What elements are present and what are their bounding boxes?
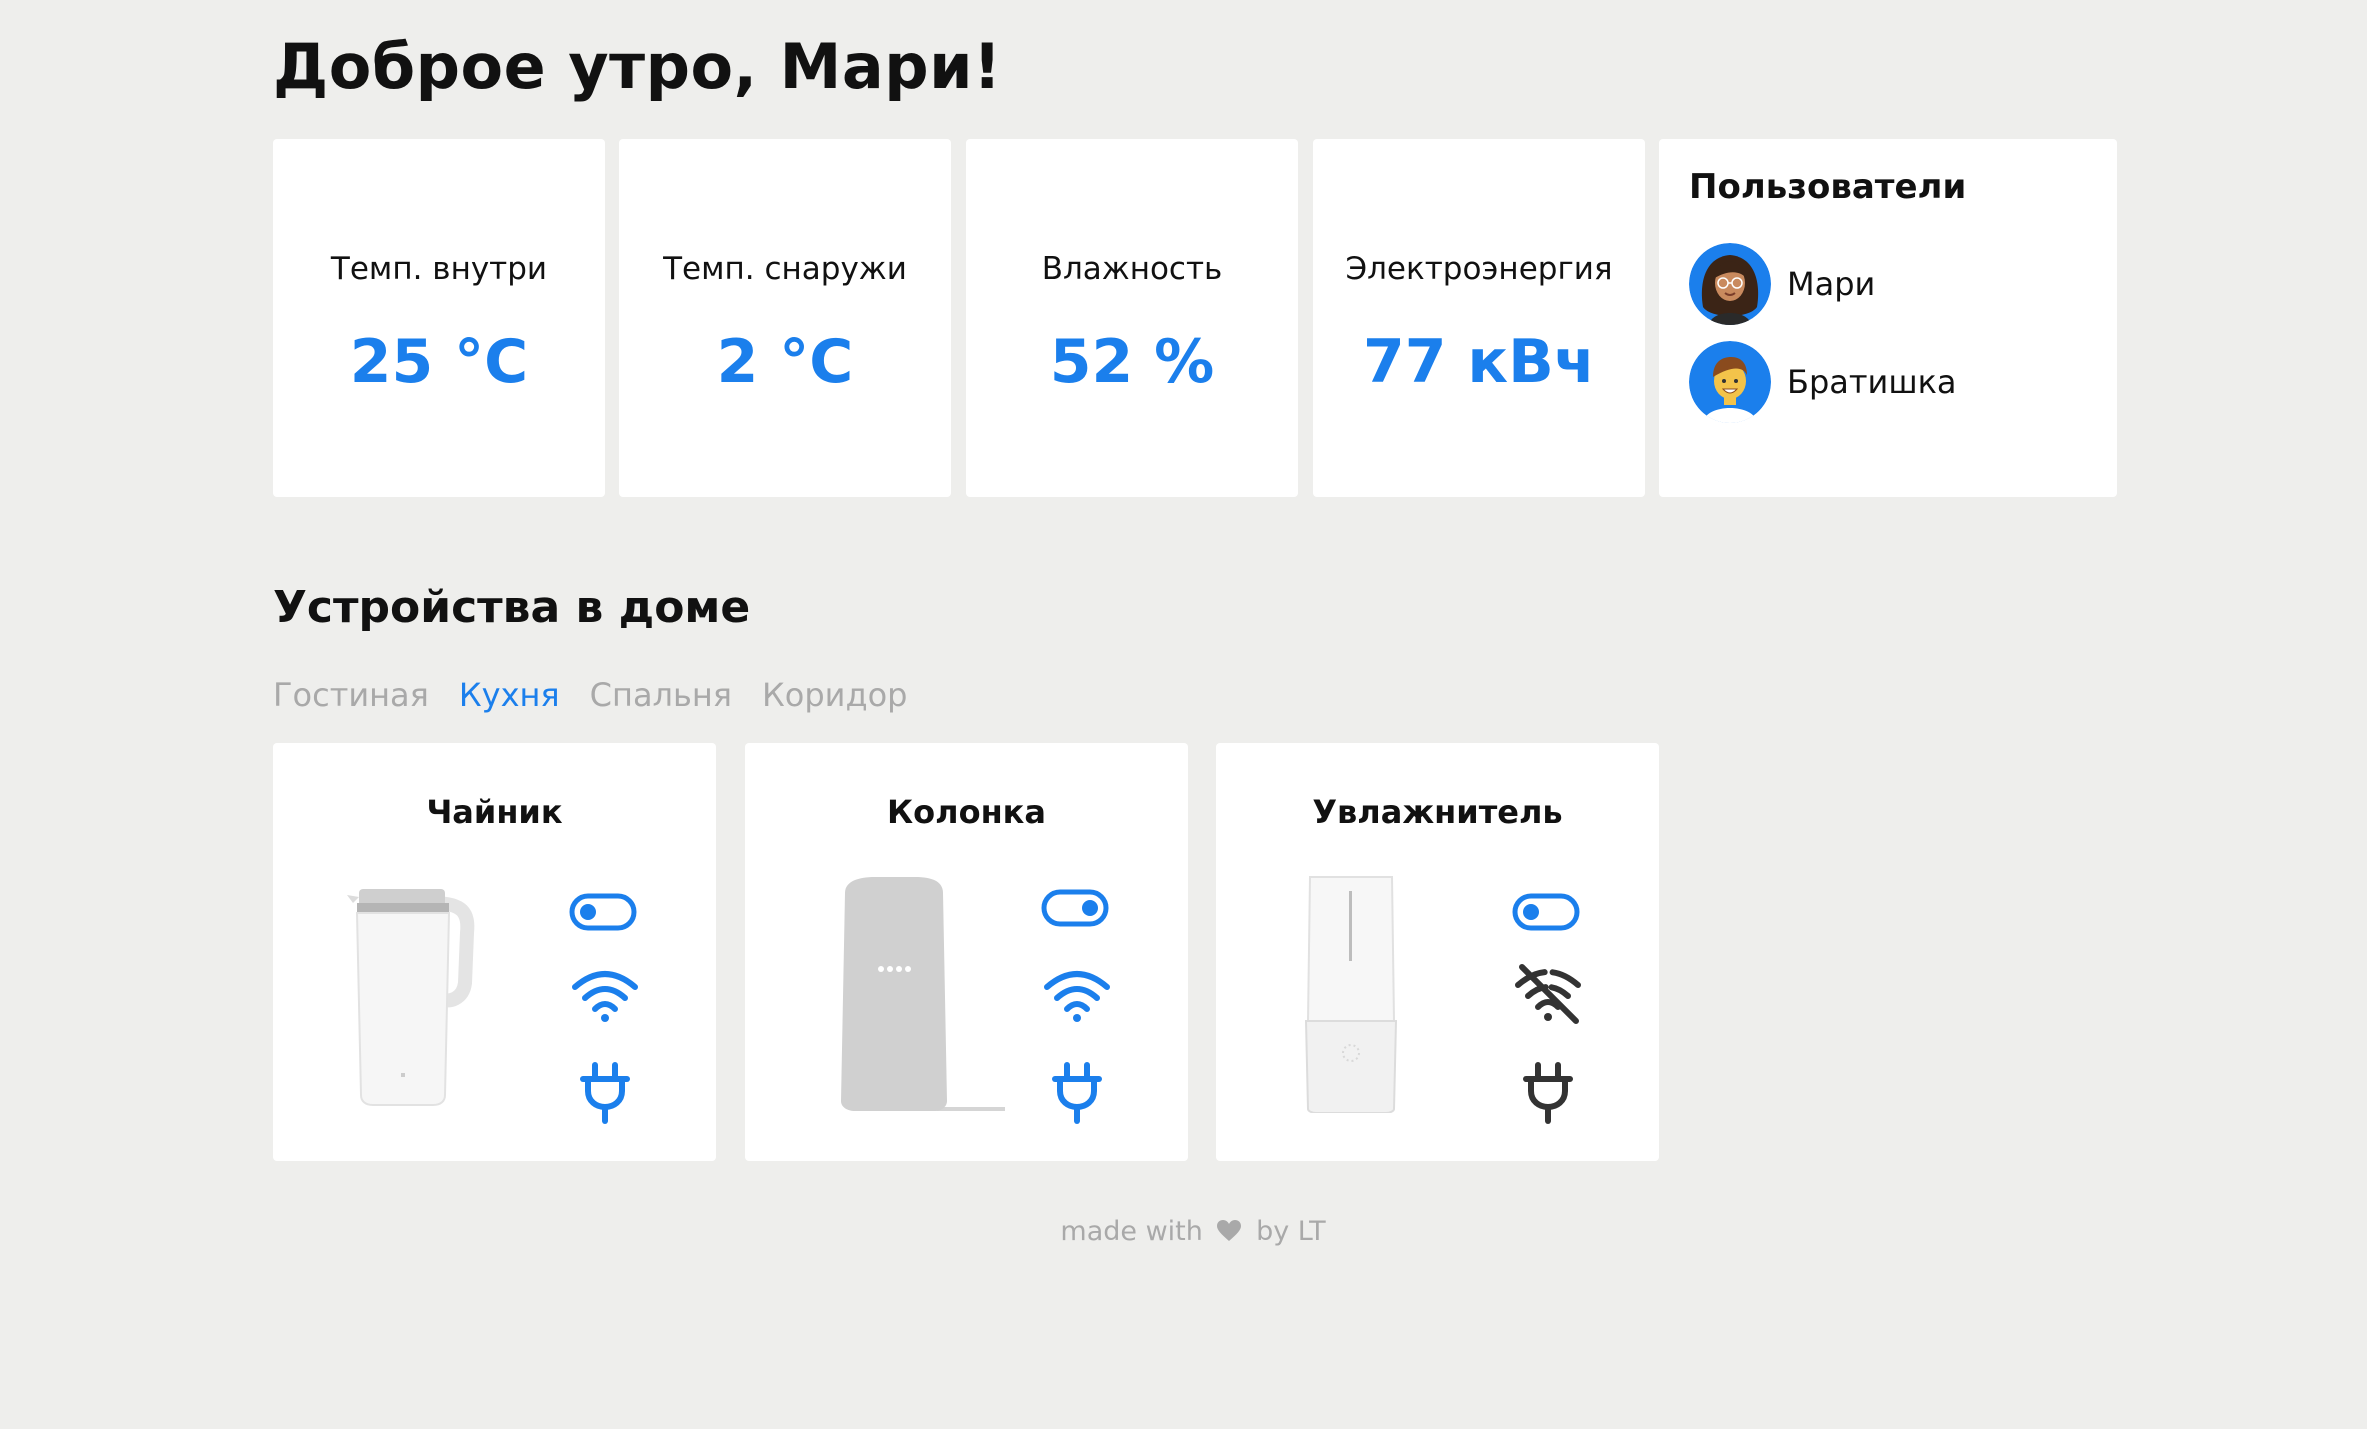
- users-card: Пользователи Мари Братишка: [1659, 139, 2117, 497]
- user-item-mari[interactable]: Мари: [1689, 243, 1875, 325]
- user-name: Братишка: [1787, 363, 1957, 401]
- device-card-humidifier: Увлажнитель: [1216, 743, 1659, 1161]
- tab-kitchen[interactable]: Кухня: [459, 676, 560, 714]
- footer: made with by LT: [273, 1216, 2113, 1247]
- power-toggle-icon[interactable]: [569, 893, 637, 931]
- plug-icon[interactable]: [579, 1061, 631, 1125]
- stat-label: Темп. внутри: [330, 251, 548, 287]
- user-name: Мари: [1787, 265, 1876, 303]
- smart-speaker-icon: [785, 873, 1025, 1113]
- device-card-kettle: Чайник: [273, 743, 716, 1161]
- device-card-speaker: Колонка: [745, 743, 1188, 1161]
- tab-bedroom[interactable]: Спальня: [590, 676, 732, 714]
- stat-value: 2 °C: [716, 327, 854, 397]
- stat-card-temp-inside: Темп. внутри 25 °C: [273, 139, 605, 497]
- stat-value: 25 °C: [349, 327, 529, 397]
- stat-card-temp-outside: Темп. снаружи 2 °C: [619, 139, 951, 497]
- power-toggle-icon[interactable]: [1512, 893, 1580, 931]
- tab-living-room[interactable]: Гостиная: [273, 676, 429, 714]
- users-title: Пользователи: [1689, 167, 1967, 207]
- device-name: Чайник: [426, 793, 563, 831]
- avatar-woman-icon: [1689, 243, 1771, 325]
- avatar-man-icon: [1689, 341, 1771, 423]
- kettle-icon: [313, 873, 533, 1113]
- plug-icon[interactable]: [1522, 1061, 1574, 1125]
- stat-card-humidity: Влажность 52 %: [966, 139, 1298, 497]
- wifi-icon[interactable]: [569, 967, 641, 1023]
- device-name: Колонка: [887, 793, 1046, 831]
- stat-label: Электроэнергия: [1345, 251, 1613, 287]
- stat-label: Влажность: [1041, 251, 1223, 287]
- user-item-bratishka[interactable]: Братишка: [1689, 341, 1957, 423]
- footer-suffix: by LT: [1256, 1216, 1326, 1247]
- wifi-off-icon[interactable]: [1512, 961, 1584, 1025]
- heart-icon: [1217, 1220, 1242, 1241]
- stat-label: Темп. снаружи: [663, 251, 907, 287]
- device-name: Увлажнитель: [1312, 793, 1563, 831]
- stat-value: 77 кВч: [1362, 327, 1596, 397]
- footer-prefix: made with: [1060, 1216, 1203, 1247]
- plug-icon[interactable]: [1051, 1061, 1103, 1125]
- room-tabs: Гостиная Кухня Спальня Коридор: [273, 676, 907, 714]
- stats-row: Темп. внутри 25 °C Темп. снаружи 2 °C Вл…: [273, 139, 2119, 497]
- tab-corridor[interactable]: Коридор: [762, 676, 907, 714]
- power-toggle-icon[interactable]: [1041, 889, 1109, 927]
- greeting-title: Доброе утро, Мари!: [273, 30, 1002, 103]
- wifi-icon[interactable]: [1041, 967, 1113, 1023]
- stat-value: 52 %: [1049, 327, 1215, 397]
- stat-card-electricity: Электроэнергия 77 кВч: [1313, 139, 1645, 497]
- devices-section-title: Устройства в доме: [273, 582, 751, 633]
- humidifier-icon: [1256, 873, 1476, 1114]
